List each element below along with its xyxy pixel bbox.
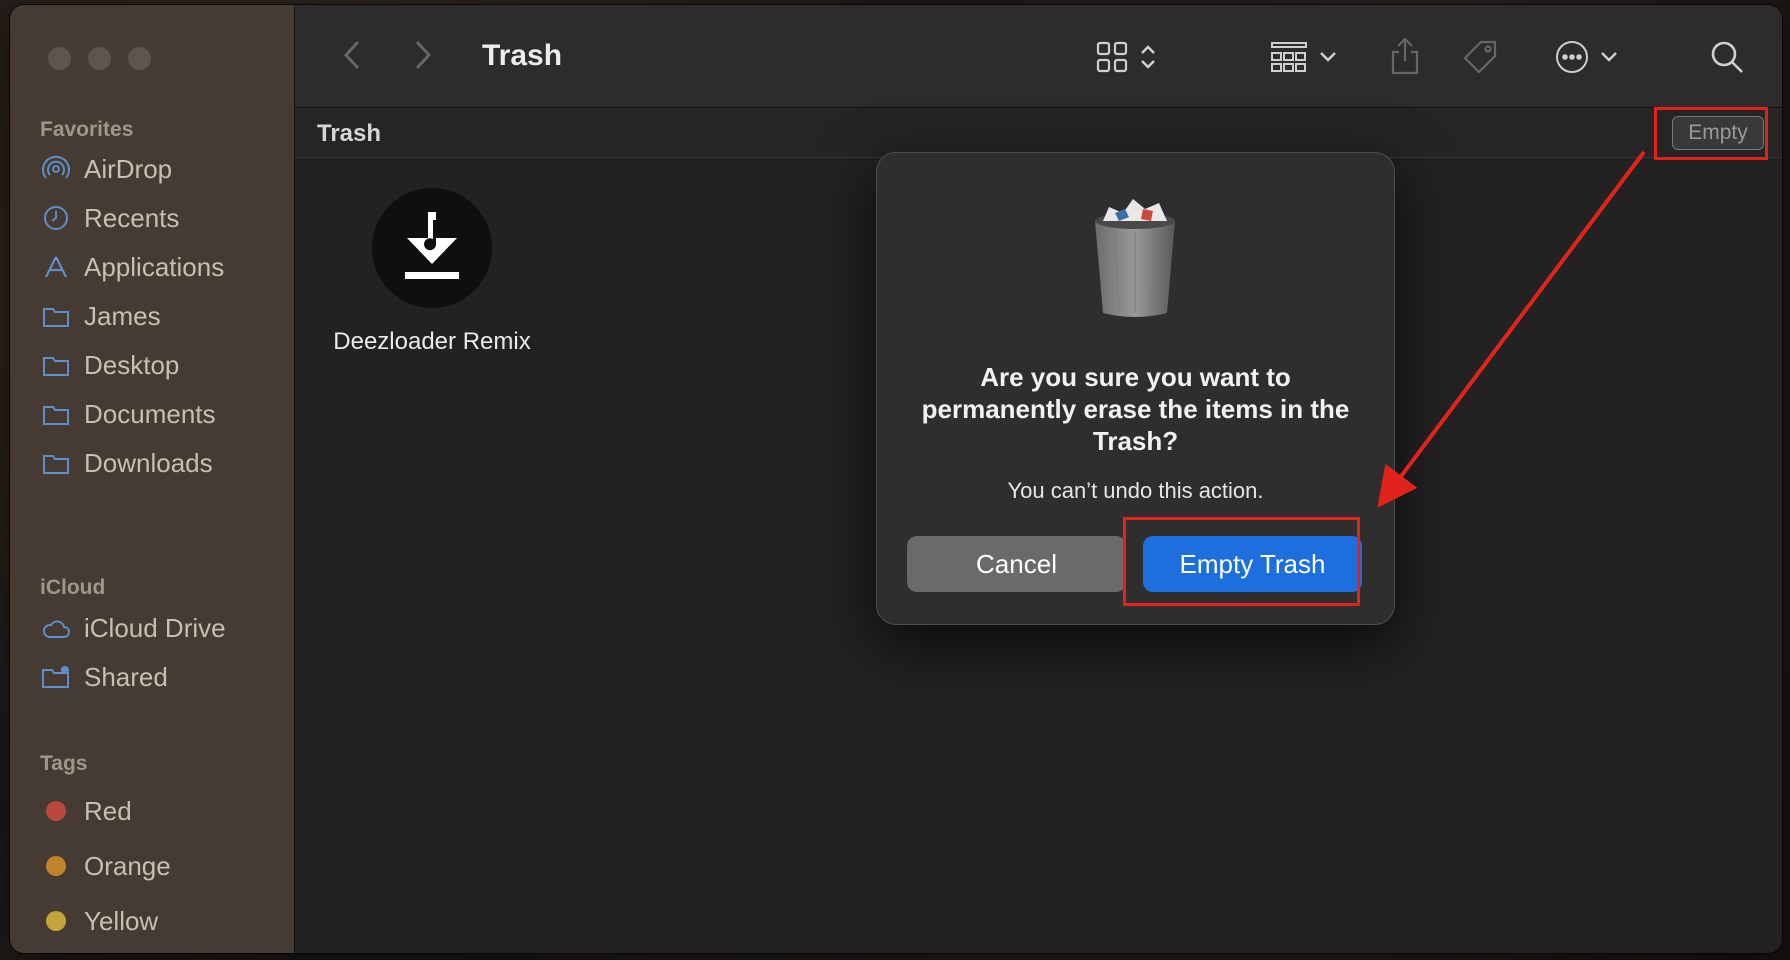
- finder-window: Favorites AirDrop Recents Applications J…: [10, 5, 1782, 953]
- annotation-arrow: [1377, 150, 1646, 508]
